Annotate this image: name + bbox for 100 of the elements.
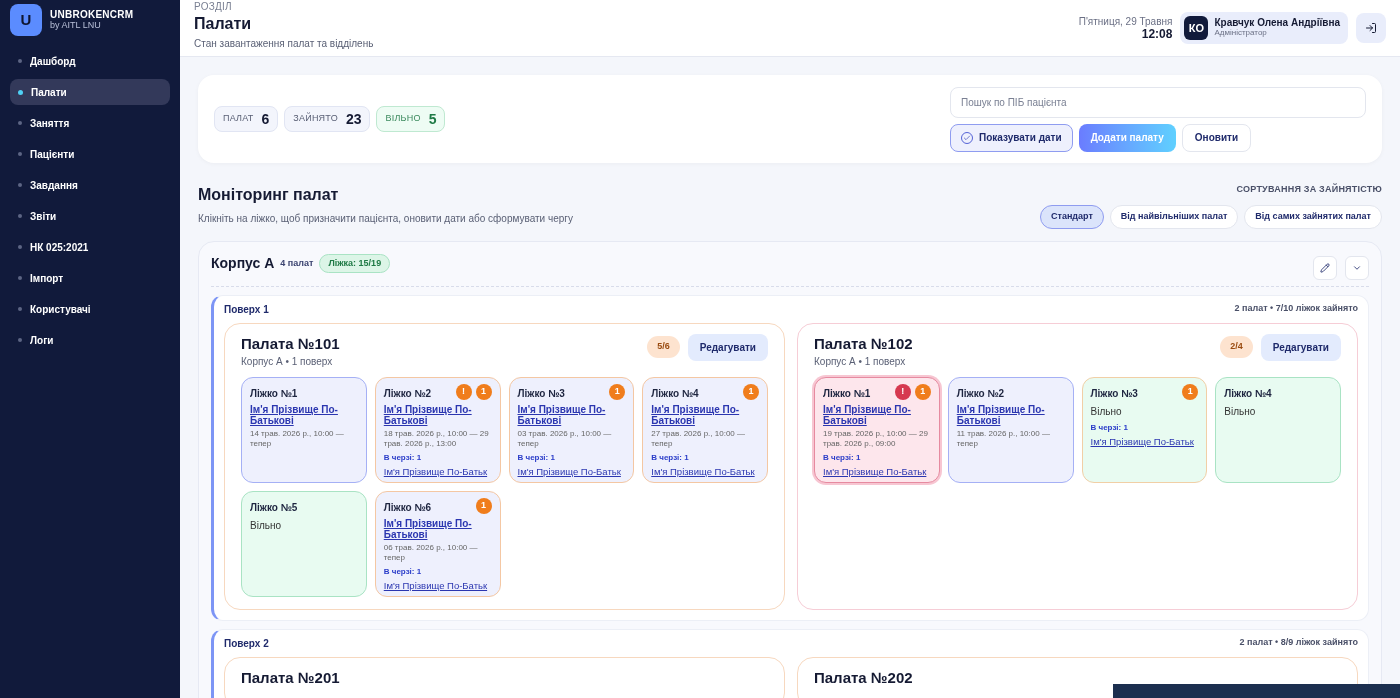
bed-card[interactable]: Ліжко №4 1 Ім'я Прізвище По-Батькові 27 трав. 2026 р., 10:00 — тепер В черзі: 1 Ім'я Прізвище По-Батьк	[642, 376, 768, 483]
queued-patient-link[interactable]: Ім'я Прізвище По-Батьк	[383, 579, 488, 592]
nav-item[interactable]: Пацієнти	[10, 141, 170, 167]
floor-summary: 2 палат • 7/10 ліжок зайнято	[1234, 302, 1358, 316]
stat-label: ЗАЙНЯТО	[293, 112, 338, 126]
queued-patient-link[interactable]: Ім'я Прізвище По-Батьк	[823, 465, 927, 478]
queue-count-badge: 1	[475, 383, 492, 400]
ward-title: Палата №101	[241, 333, 340, 354]
search-field[interactable]: Пошук по ПІБ пацієнта	[950, 86, 1366, 118]
bed-label: Ліжко №5	[250, 500, 298, 515]
bed-status: Вільно	[1090, 404, 1122, 419]
edit-button[interactable]: Редагувати	[687, 333, 768, 361]
nav-item[interactable]: Звіти	[10, 203, 170, 229]
sort-label: СОРТУВАННЯ ЗА ЗАЙНЯТІСТЮ	[1236, 183, 1382, 196]
show-dates-toggle[interactable]: Показувати дати	[950, 123, 1073, 152]
floor-title: Поверх 1	[224, 302, 269, 317]
building-title: Корпус А	[211, 254, 275, 273]
bed-card[interactable]: Ліжко №1 Ім'я Прізвище По-Батькові 14 трав. 2026 р., 10:00 — тепер	[241, 376, 367, 483]
check-icon	[963, 133, 971, 142]
bed-status: Вільно	[1224, 404, 1256, 419]
bed-card[interactable]: Ліжко №1 ! 1 Ім'я Прізвище По-Батькові 19 трав. 2026 р., 10:00 — 29 трав. 2026 р., 09:00 В черзі: 1 Ім'я Прізвище По-Батьк	[814, 376, 940, 483]
refresh-button[interactable]: Оновити	[1181, 123, 1252, 152]
queue-count-badge: 1	[914, 383, 931, 400]
bed-label: Ліжко №4	[651, 386, 699, 401]
section-hint: Клікніть на ліжко, щоб призначити пацієнта, оновити дати або сформувати чергу	[198, 212, 573, 226]
queue-label: В черзі: 1	[517, 451, 555, 463]
ward-count: 4 палат	[280, 256, 314, 270]
user-avatar: КО	[1184, 16, 1209, 40]
bed-label: Ліжко №3	[517, 386, 565, 401]
bed-card[interactable]: Ліжко №2 Ім'я Прізвище По-Батькові 11 трав. 2026 р., 10:00 — тепер	[947, 376, 1074, 483]
nav-item[interactable]: Заняття	[10, 110, 170, 136]
occupancy-badge: 5/6	[647, 336, 680, 358]
user-card[interactable]: КО Кравчук Олена Андріївна Адміністратор	[1180, 12, 1348, 44]
bed-label: Ліжко №1	[250, 386, 298, 401]
bed-card[interactable]: Ліжко №3 1 Ім'я Прізвище По-Батькові 03 трав. 2026 р., 10:00 — тепер В черзі: 1 Ім'я Прізвище По-Батьк	[508, 376, 635, 483]
bed-status: Вільно	[250, 518, 282, 533]
stat-value: 6	[261, 109, 270, 129]
ward-subtitle: Корпус А • 1 поверх	[241, 354, 334, 369]
queue-label: В черзі: 1	[383, 565, 422, 577]
bed-card[interactable]: Ліжко №5 Вільно	[241, 490, 367, 597]
nav-item[interactable]: Палати	[10, 79, 170, 105]
stat-label: ВІЛЬНО	[385, 112, 421, 126]
nav-item[interactable]: Дашборд	[10, 48, 170, 74]
nav-item[interactable]: Логи	[10, 327, 170, 353]
queued-patient-link[interactable]: Ім'я Прізвище По-Батьк	[1090, 435, 1194, 448]
occupancy-badge: 2/4	[1220, 336, 1253, 358]
floor-summary: 2 палат • 8/9 ліжок зайнято	[1239, 636, 1358, 650]
nav-item[interactable]: Імпорт	[10, 265, 170, 291]
patient-link[interactable]: Ім'я Прізвище По-Батькові	[250, 403, 358, 426]
ward-title: Палата №201	[241, 667, 340, 688]
queued-patient-link[interactable]: Ім'я Прізвище По-Батьк	[651, 465, 755, 478]
logout-icon	[1365, 22, 1377, 34]
nav-item[interactable]: Завдання	[10, 172, 170, 198]
bed-card[interactable]: Ліжко №4 Вільно	[1215, 376, 1341, 483]
stay-dates: 19 трав. 2026 р., 10:00 — 29 трав. 2026 р., 09:00	[823, 428, 929, 449]
queued-patient-link[interactable]: Ім'я Прізвище По-Батьк	[383, 465, 488, 478]
bed-label: Ліжко №1	[823, 386, 871, 401]
patient-link[interactable]: Ім'я Прізвище По-Батькові	[823, 403, 931, 426]
logout-button[interactable]	[1356, 13, 1386, 43]
nav-item[interactable]: Користувачі	[10, 296, 170, 322]
section-title: Моніторинг палат	[198, 185, 340, 205]
stat-label: ПАЛАТ	[223, 112, 254, 126]
queue-label: В черзі: 1	[651, 451, 689, 463]
section-eyebrow: РОЗДІЛ	[194, 1, 233, 12]
bed-card[interactable]: Ліжко №3 1 Вільно В черзі: 1 Ім'я Прізвище По-Батьк	[1081, 376, 1208, 483]
sort-option[interactable]: Від самих зайнятих палат	[1244, 204, 1382, 229]
patient-link[interactable]: Ім'я Прізвище По-Батькові	[383, 517, 492, 540]
stay-dates: 18 трав. 2026 р., 10:00 — 29 трав. 2026 р., 13:00	[383, 428, 490, 449]
stay-dates: 11 трав. 2026 р., 10:00 — тепер	[956, 428, 1051, 449]
patient-link[interactable]: Ім'я Прізвище По-Батькові	[517, 403, 626, 426]
pencil-icon	[1320, 262, 1330, 273]
brand-name: UNBROKENCRM	[50, 9, 134, 20]
bed-card[interactable]: Ліжко №2 ! 1 Ім'я Прізвище По-Батькові 18 трав. 2026 р., 10:00 — 29 трав. 2026 р., 13:00 В черзі: 1 Ім'я Прізвище По-Батьк	[374, 376, 501, 483]
edit-button[interactable]: Редагувати	[1260, 333, 1341, 361]
queue-label: В черзі: 1	[823, 451, 861, 463]
app-logo: U	[10, 4, 42, 36]
queue-label: В черзі: 1	[383, 451, 422, 463]
bed-label: Ліжко №2	[383, 386, 432, 401]
floor-title: Поверх 2	[224, 636, 269, 651]
sort-option[interactable]: Від найвільніших палат	[1109, 204, 1239, 229]
edit-building-button[interactable]	[1313, 255, 1337, 280]
queue-label: В черзі: 1	[1090, 421, 1128, 433]
sort-option[interactable]: Стандарт	[1039, 204, 1104, 229]
beds-badge: Ліжка: 15/19	[319, 253, 391, 274]
user-role: Адміністратор	[1214, 28, 1268, 38]
queued-patient-link[interactable]: Ім'я Прізвище По-Батьк	[517, 465, 621, 478]
patient-link[interactable]: Ім'я Прізвище По-Батькові	[956, 403, 1065, 426]
bed-card[interactable]: Ліжко №6 1 Ім'я Прізвище По-Батькові 06 трав. 2026 р., 10:00 — тепер В черзі: 1 Ім'я Прізвище По-Батьк	[374, 490, 501, 597]
nav-item[interactable]: НК 025:2021	[10, 234, 170, 260]
ward-title: Палата №102	[814, 333, 913, 354]
stay-dates: 03 трав. 2026 р., 10:00 — тепер	[517, 428, 613, 449]
stat-value: 23	[345, 109, 362, 129]
stay-dates: 06 трав. 2026 р., 10:00 — тепер	[383, 542, 479, 563]
page-title: Палати	[194, 13, 253, 34]
queue-count-badge: 1	[475, 497, 492, 514]
bed-label: Ліжко №4	[1224, 386, 1272, 401]
patient-link[interactable]: Ім'я Прізвище По-Батькові	[651, 403, 759, 426]
queue-count-badge: 1	[743, 383, 759, 400]
patient-link[interactable]: Ім'я Прізвище По-Батькові	[383, 403, 492, 426]
current-time: 12:08	[1141, 28, 1173, 40]
